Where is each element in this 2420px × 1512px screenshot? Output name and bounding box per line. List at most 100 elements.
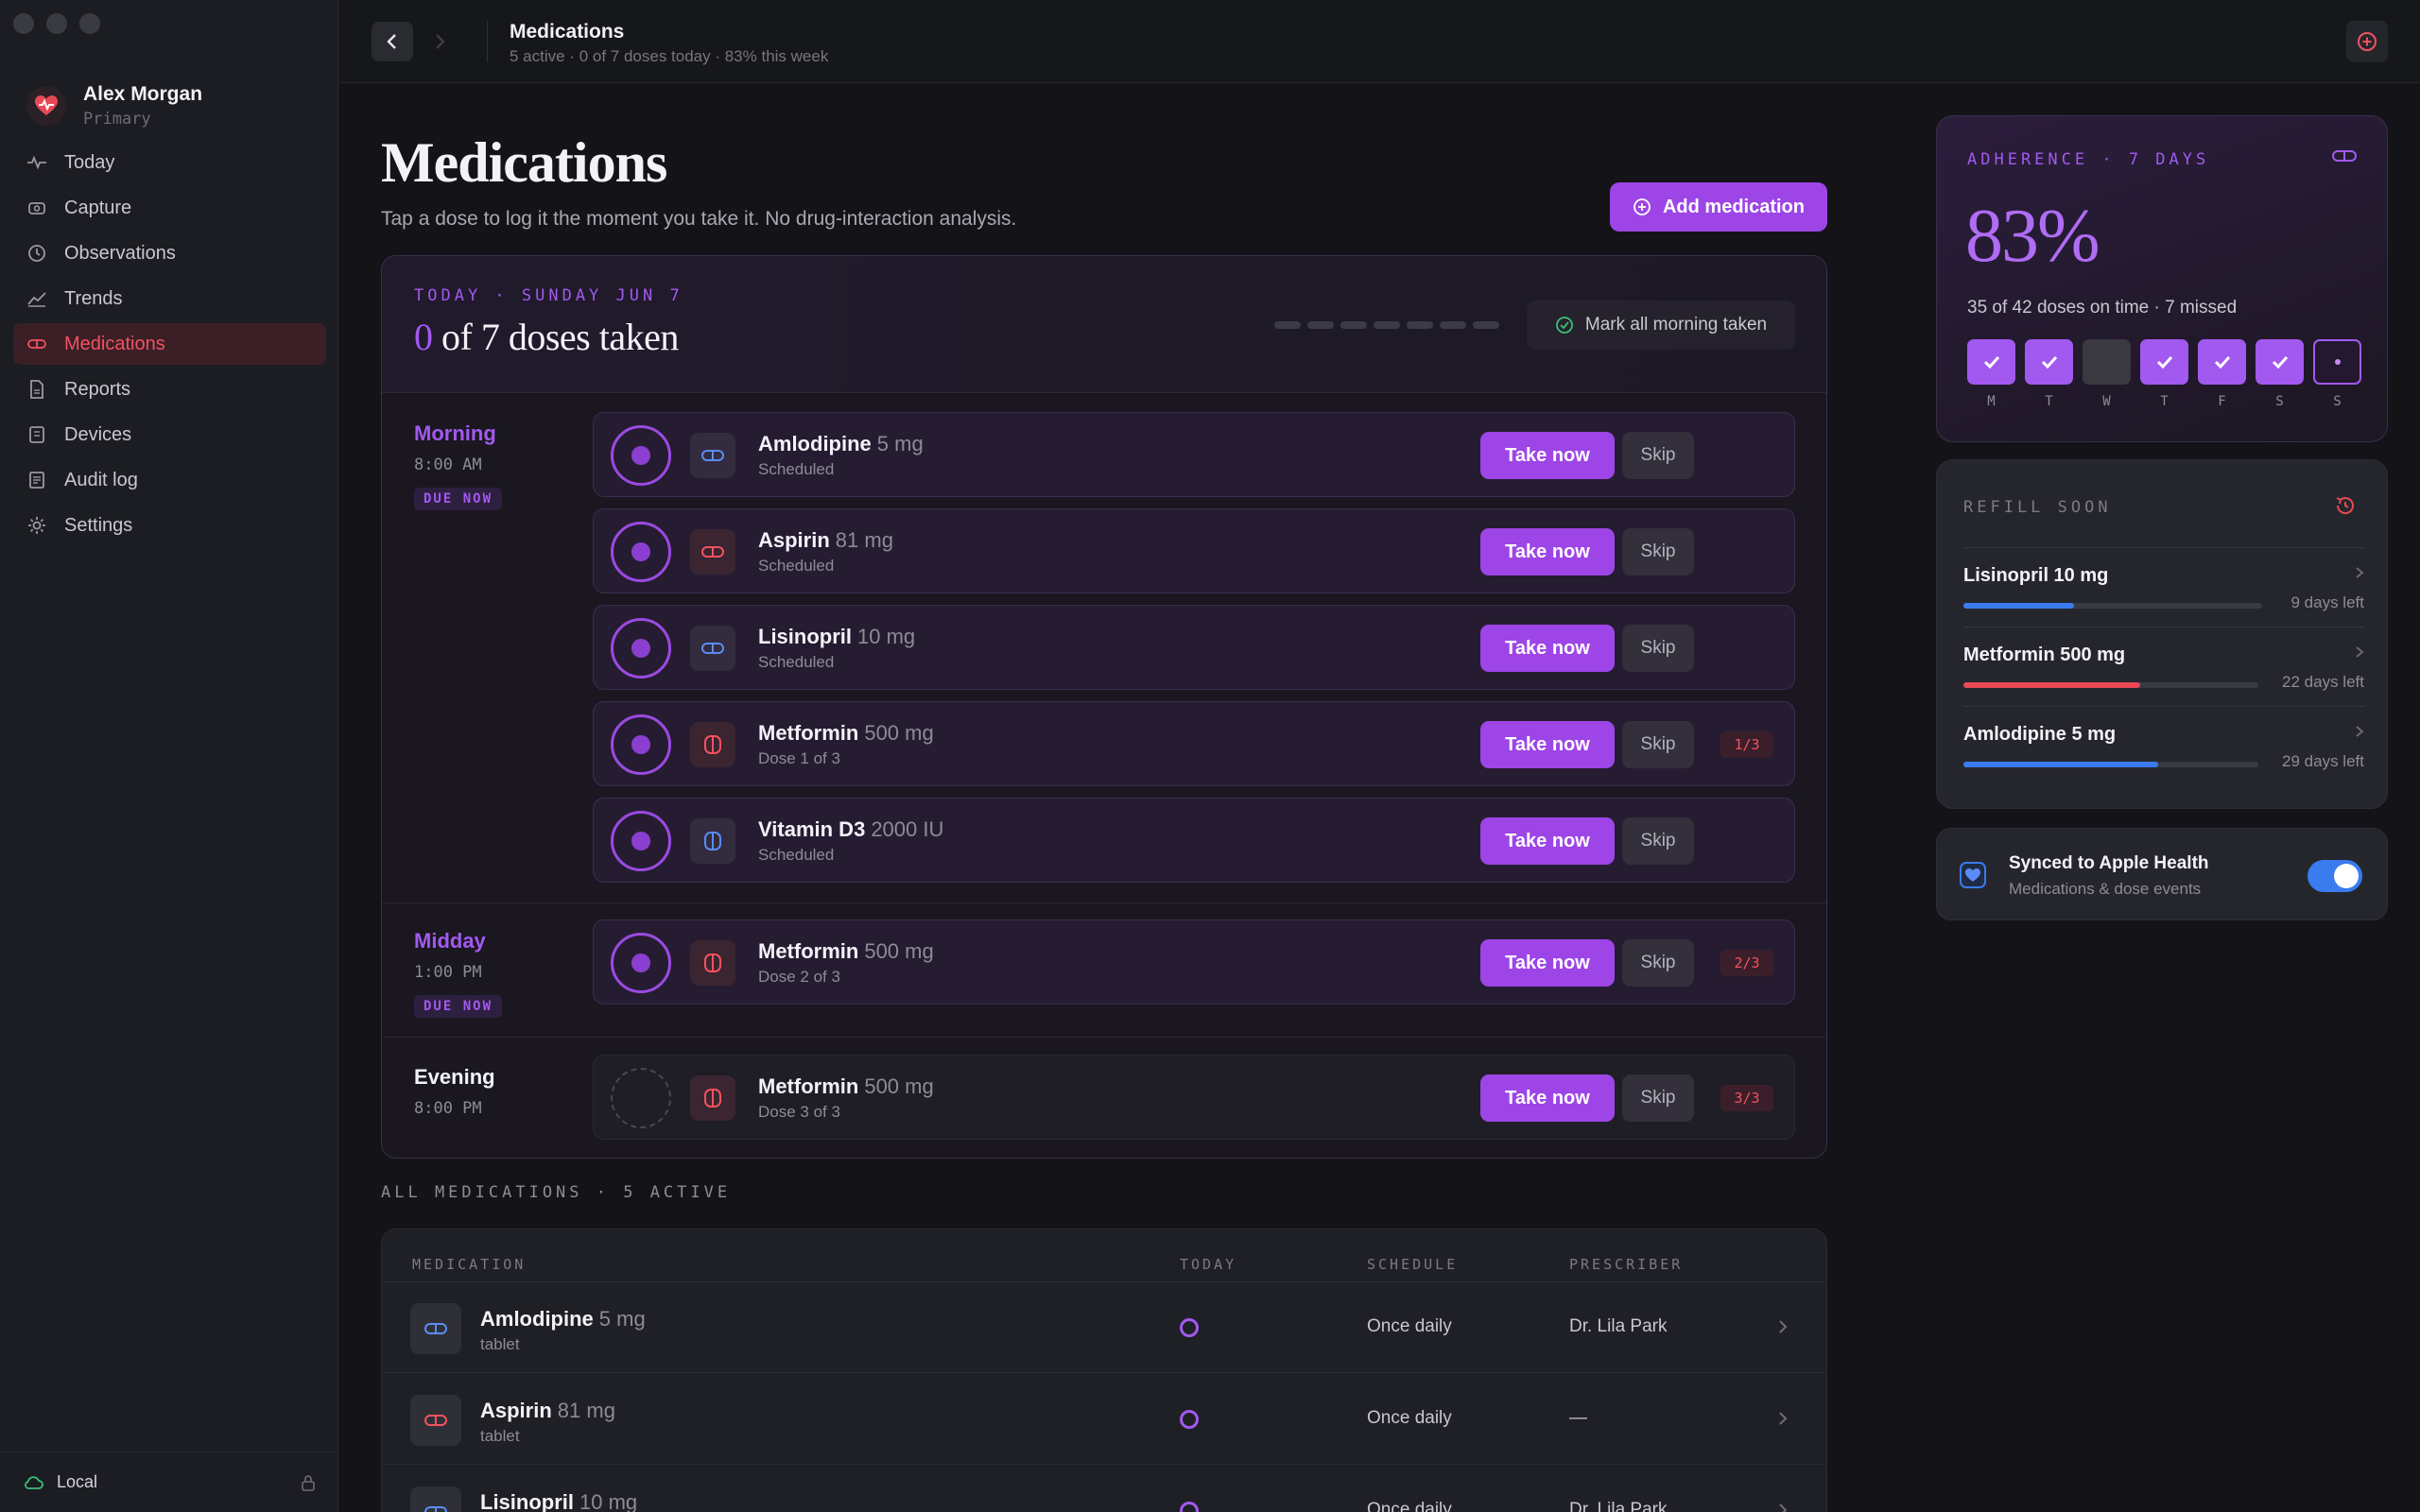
sidebar: Alex Morgan Primary Today Capture Observ… (0, 0, 338, 1512)
add-medication-button[interactable]: Add medication (1610, 182, 1827, 232)
dose-row[interactable]: Vitamin D3 2000 IU Scheduled Take now Ski… (593, 798, 1795, 883)
day-cell[interactable]: F (2198, 339, 2246, 409)
day-cell[interactable]: T (2025, 339, 2073, 409)
take-now-button[interactable]: Take now (1480, 528, 1615, 576)
skip-button[interactable]: Skip (1622, 1074, 1694, 1122)
dose-check-ring[interactable] (611, 618, 671, 679)
column-header-prescriber: PRESCRIBER (1569, 1256, 1684, 1273)
capsule-icon (690, 1075, 735, 1121)
dose-name: Aspirin 81 mg (758, 528, 893, 552)
chevron-right-icon[interactable] (1777, 1502, 1789, 1512)
dose-status: Scheduled (758, 846, 835, 864)
mark-all-morning-button[interactable]: Mark all morning taken (1527, 301, 1795, 350)
refill-heading: REFILL SOON (1963, 498, 2112, 517)
sidebar-item-observations[interactable]: Observations (13, 232, 326, 274)
sync-title: Synced to Apple Health (2009, 853, 2209, 873)
slot-divider (382, 902, 1826, 903)
check-circle-icon (1555, 317, 1573, 334)
dose-count-badge: 2/3 (1720, 950, 1773, 976)
slot-evening: Evening 8:00 PM (414, 1065, 495, 1118)
day-cell[interactable]: M (1967, 339, 2015, 409)
dose-status: Scheduled (758, 557, 835, 575)
dose-check-ring[interactable] (611, 1068, 671, 1128)
sidebar-item-trends[interactable]: Trends (13, 278, 326, 319)
table-row[interactable]: Aspirin 81 mg tablet Once daily — (382, 1374, 1826, 1465)
chevron-right-icon[interactable] (1777, 1318, 1789, 1335)
take-now-button[interactable]: Take now (1480, 432, 1615, 479)
user-profile[interactable]: Alex Morgan Primary (26, 83, 202, 129)
day-cell[interactable]: S (2256, 339, 2304, 409)
skip-button[interactable]: Skip (1622, 432, 1694, 479)
dose-check-ring[interactable] (611, 933, 671, 993)
add-circle-button[interactable] (2346, 21, 2388, 62)
sidebar-item-label: Medications (64, 333, 165, 354)
take-now-button[interactable]: Take now (1480, 817, 1615, 865)
dose-row[interactable]: Metformin 500 mg Dose 3 of 3 Take now Ski… (593, 1055, 1795, 1140)
today-header: TODAY · SUNDAY JUN 7 0 of 7 doses taken … (382, 256, 1826, 393)
table-row[interactable]: Amlodipine 5 mg tablet Once daily Dr. Lil… (382, 1282, 1826, 1373)
schedule: Once daily (1367, 1316, 1452, 1336)
day-cell[interactable]: W (2083, 339, 2131, 409)
audit-icon (29, 472, 44, 489)
skip-button[interactable]: Skip (1622, 625, 1694, 672)
close-window-button[interactable] (13, 13, 34, 34)
gear-icon (28, 517, 45, 534)
dose-progress-segment (1340, 321, 1367, 329)
dose-row[interactable]: Lisinopril 10 mg Scheduled Take now Skip (593, 605, 1795, 690)
storage-status[interactable]: Local (0, 1452, 338, 1512)
take-now-button[interactable]: Take now (1480, 939, 1615, 987)
slot-name: Morning (414, 421, 496, 445)
minimize-window-button[interactable] (46, 13, 67, 34)
forward-button[interactable] (419, 22, 460, 61)
dose-row[interactable]: Metformin 500 mg Dose 2 of 3 Take now Ski… (593, 919, 1795, 1005)
capsule-icon (690, 818, 735, 864)
sync-subtitle: Medications & dose events (2009, 880, 2202, 898)
dose-status: Scheduled (758, 460, 835, 478)
sidebar-item-settings[interactable]: Settings (13, 505, 326, 546)
table-row[interactable]: Lisinopril10 mg tablet Once daily Dr. Li… (382, 1466, 1826, 1512)
dose-check-ring[interactable] (611, 522, 671, 582)
sidebar-item-medications[interactable]: Medications (13, 323, 326, 365)
back-button[interactable] (372, 22, 413, 61)
dose-row[interactable]: Aspirin 81 mg Scheduled Take now Skip (593, 508, 1795, 593)
zoom-window-button[interactable] (79, 13, 100, 34)
sidebar-item-audit-log[interactable]: Audit log (13, 459, 326, 501)
dose-check-ring[interactable] (611, 714, 671, 775)
chevron-right-icon (2356, 646, 2364, 658)
doses-taken-number: 0 (414, 316, 433, 358)
day-cell[interactable]: S (2313, 339, 2361, 409)
skip-button[interactable]: Skip (1622, 721, 1694, 768)
prescriber: Dr. Lila Park (1569, 1316, 1668, 1336)
sync-toggle[interactable] (2308, 860, 2362, 892)
dose-check-ring[interactable] (611, 811, 671, 871)
refill-item[interactable]: Metformin 500 mg 22 days left (1963, 627, 2364, 706)
sidebar-item-reports[interactable]: Reports (13, 369, 326, 410)
lock-icon[interactable] (301, 1474, 316, 1491)
dose-progress-segment (1307, 321, 1334, 329)
refill-item[interactable]: Lisinopril 10 mg 9 days left (1963, 547, 2364, 627)
health-heart-icon (1960, 862, 1986, 888)
pill-icon (27, 339, 46, 349)
refill-progress-fill (1963, 762, 2158, 767)
refill-progress-fill (1963, 603, 2074, 609)
take-now-button[interactable]: Take now (1480, 625, 1615, 672)
refill-item[interactable]: Amlodipine 5 mg 29 days left (1963, 706, 2364, 785)
skip-button[interactable]: Skip (1622, 528, 1694, 576)
dose-check-ring[interactable] (611, 425, 671, 486)
skip-button[interactable]: Skip (1622, 817, 1694, 865)
day-cell[interactable]: T (2140, 339, 2188, 409)
dose-row[interactable]: Amlodipine 5 mg Scheduled Take now Skip (593, 412, 1795, 497)
prescriber: — (1569, 1408, 1587, 1428)
sidebar-item-devices[interactable]: Devices (13, 414, 326, 455)
chevron-right-icon[interactable] (1777, 1410, 1789, 1427)
sidebar-item-capture[interactable]: Capture (13, 187, 326, 229)
sidebar-item-today[interactable]: Today (13, 142, 326, 183)
take-now-button[interactable]: Take now (1480, 721, 1615, 768)
slot-morning: Morning 8:00 AM DUE NOW (414, 421, 503, 510)
take-now-button[interactable]: Take now (1480, 1074, 1615, 1122)
skip-button[interactable]: Skip (1622, 939, 1694, 987)
pill-icon (2332, 150, 2357, 162)
dose-row[interactable]: Metformin 500 mg Dose 1 of 3 Take now Ski… (593, 701, 1795, 786)
slot-time: 1:00 PM (414, 963, 482, 982)
sidebar-item-label: Capture (64, 197, 132, 218)
